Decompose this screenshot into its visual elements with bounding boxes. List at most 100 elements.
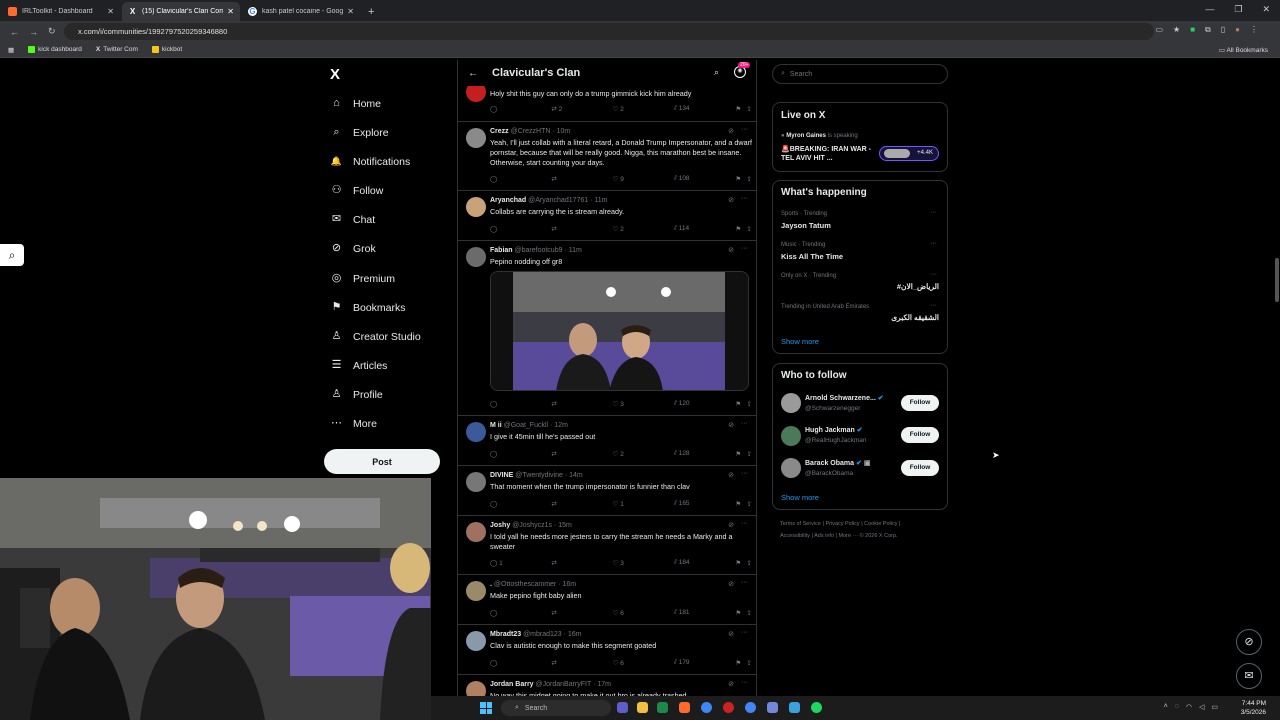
bookmark-icon[interactable]: ⚑ ⇪ [735, 559, 752, 567]
author-handle[interactable]: @JordanBarryFIT · 17m [536, 681, 611, 688]
views-button[interactable]: ⫽ 114 [674, 225, 735, 233]
nav-grok[interactable]: ⊘ Grok [330, 242, 376, 255]
forward-icon[interactable]: → [29, 27, 38, 37]
network-icon[interactable]: ◠ [1186, 703, 1192, 711]
repost-button[interactable]: ⇄ [551, 400, 612, 408]
reply-button[interactable]: ◯ [490, 400, 551, 408]
nav-chat[interactable]: ✉ Chat [330, 213, 375, 226]
views-button[interactable]: ⫽ 165 [674, 500, 735, 508]
reload-icon[interactable]: ↻ [48, 26, 57, 37]
avatar[interactable] [466, 128, 486, 148]
reply-button[interactable]: ◯ [490, 500, 551, 508]
avatar[interactable] [466, 581, 486, 601]
star-icon[interactable]: ★ [1173, 25, 1180, 35]
repost-button[interactable]: ⇄ [551, 175, 612, 183]
reply-button[interactable]: ◯ [490, 175, 551, 183]
more-icon[interactable]: ··· [741, 420, 748, 427]
more-icon[interactable]: ··· [741, 126, 748, 133]
close-icon[interactable]: ✕ [227, 7, 234, 16]
maximize-icon[interactable]: ❐ [1234, 4, 1242, 15]
discord-icon[interactable] [767, 702, 778, 713]
app-icon[interactable] [679, 702, 690, 713]
author-handle[interactable]: @barefootcub9 · 11m [515, 247, 582, 254]
more-icon[interactable]: ··· [930, 271, 937, 278]
app-icon[interactable] [657, 702, 668, 713]
post-button[interactable]: Post [324, 449, 440, 474]
avatar[interactable] [466, 247, 486, 267]
nav-premium[interactable]: ◎ Premium [330, 272, 395, 285]
back-arrow-icon[interactable]: ← [468, 68, 478, 79]
battery-icon[interactable]: ▭ [1211, 703, 1218, 711]
repost-button[interactable]: ⇄ 2 [551, 105, 612, 113]
messages-fab-button[interactable]: ✉ [1236, 663, 1262, 689]
bookmark-icon[interactable]: ⚑ ⇪ [735, 225, 752, 233]
all-bookmarks[interactable]: ▭ All Bookmarks [1219, 46, 1268, 54]
tweet[interactable]: DIVINE @Twentydivine · 14m ⊘ ··· That momen… [458, 466, 756, 516]
extension-icon[interactable]: ■ [1190, 25, 1195, 35]
author-name[interactable]: M ii [490, 422, 502, 429]
lens-search-icon[interactable]: ⌕ [0, 244, 24, 266]
sidepanel-icon[interactable]: ▯ [1221, 25, 1225, 35]
url-input[interactable]: x.com/i/communities/1992797520259346880 [64, 23, 1154, 40]
reply-button[interactable]: ◯ [490, 225, 551, 233]
nav-bookmarks[interactable]: ⚑ Bookmarks [330, 301, 406, 314]
views-button[interactable]: ⫽ 179 [674, 659, 735, 667]
bookmark-icon[interactable]: ⚑ ⇪ [735, 609, 752, 617]
like-button[interactable]: ♡ 6 [613, 659, 674, 667]
bookmark-kick-dashboard[interactable]: kick dashboard [28, 46, 82, 53]
tweet[interactable]: Fabian @barefootcub9 · 11m ⊘ ··· Pepino nod… [458, 241, 756, 416]
author-name[interactable]: Mbradt23 [490, 631, 521, 638]
grok-icon[interactable]: ⊘ [728, 246, 734, 254]
author-name[interactable]: Fabian [490, 247, 513, 254]
back-icon[interactable]: ← [10, 27, 19, 37]
author-name[interactable]: Aryanchad [490, 197, 526, 204]
puzzle-icon[interactable]: ⧉ [1205, 25, 1211, 35]
like-button[interactable]: ♡ 2 [613, 105, 674, 113]
like-button[interactable]: ♡ 6 [613, 609, 674, 617]
tab-irltoolkit[interactable]: IRLToolkit - Dashboard ✕ [2, 2, 120, 21]
tweet-image[interactable] [490, 271, 749, 391]
repost-button[interactable]: ⇄ [551, 659, 612, 667]
author-name[interactable]: Jordan Barry [490, 681, 534, 688]
views-button[interactable]: ⫽ 128 [674, 450, 735, 458]
avatar[interactable] [781, 393, 801, 413]
avatar[interactable] [781, 426, 801, 446]
repost-button[interactable]: ⇄ [551, 500, 612, 508]
live-host[interactable]: ● Myron Gaines is speaking [781, 133, 858, 139]
footer-links-2[interactable]: Accessibility | Ads info | More ··· © 20… [780, 533, 898, 539]
like-button[interactable]: ♡ 2 [613, 450, 674, 458]
close-icon[interactable]: ✕ [347, 7, 354, 16]
like-button[interactable]: ♡ 3 [613, 559, 674, 567]
grok-icon[interactable]: ⊘ [728, 680, 734, 688]
like-button[interactable]: ♡ 2 [613, 225, 674, 233]
apps-icon[interactable]: ▦ [8, 46, 14, 54]
reply-button[interactable]: ◯ [490, 659, 551, 667]
more-icon[interactable]: ··· [930, 209, 937, 216]
grok-icon[interactable]: ⊘ [728, 471, 734, 479]
bookmark-icon[interactable]: ⚑ ⇪ [735, 175, 752, 183]
bookmark-kickbot[interactable]: kickbot [151, 46, 182, 53]
reply-icon[interactable]: ◯ [490, 105, 551, 113]
grok-icon[interactable]: ⊘ [728, 127, 734, 135]
author-handle[interactable]: @CrezzHTN · 10m [511, 128, 571, 135]
more-icon[interactable]: ··· [741, 629, 748, 636]
nav-notifications[interactable]: 🔔 Notifications [330, 155, 410, 168]
avatar[interactable] [466, 422, 486, 442]
tray-icon[interactable]: ◌ [1175, 703, 1179, 711]
follow-button[interactable]: Follow [901, 460, 939, 476]
like-button[interactable]: ♡ 1 [613, 500, 674, 508]
tweet[interactable]: Crezz @CrezzHTN · 10m ⊘ ··· Yeah, I'll just… [458, 122, 756, 191]
tweet[interactable]: Mbradt23 @mbrad123 · 16m ⊘ ··· Clav is auti… [458, 625, 756, 675]
nav-home[interactable]: ⌂ Home [330, 97, 381, 110]
tab-google-search[interactable]: G kash patel cocaine - Google Se... ✕ [242, 2, 360, 21]
more-icon[interactable]: ··· [741, 679, 748, 686]
volume-icon[interactable]: ◁ [1199, 703, 1204, 711]
profile-avatar[interactable]: ● [1235, 25, 1240, 35]
close-icon[interactable]: ✕ [107, 7, 114, 16]
nav-profile[interactable]: ♙ Profile [330, 388, 383, 401]
grok-fab-button[interactable]: ⊘ [1236, 629, 1262, 655]
show-more-link[interactable]: Show more [781, 493, 819, 502]
x-logo[interactable]: X [330, 66, 340, 83]
author-handle[interactable]: @Goat_Fuckll · 12m [504, 422, 568, 429]
more-icon[interactable]: ··· [741, 195, 748, 202]
